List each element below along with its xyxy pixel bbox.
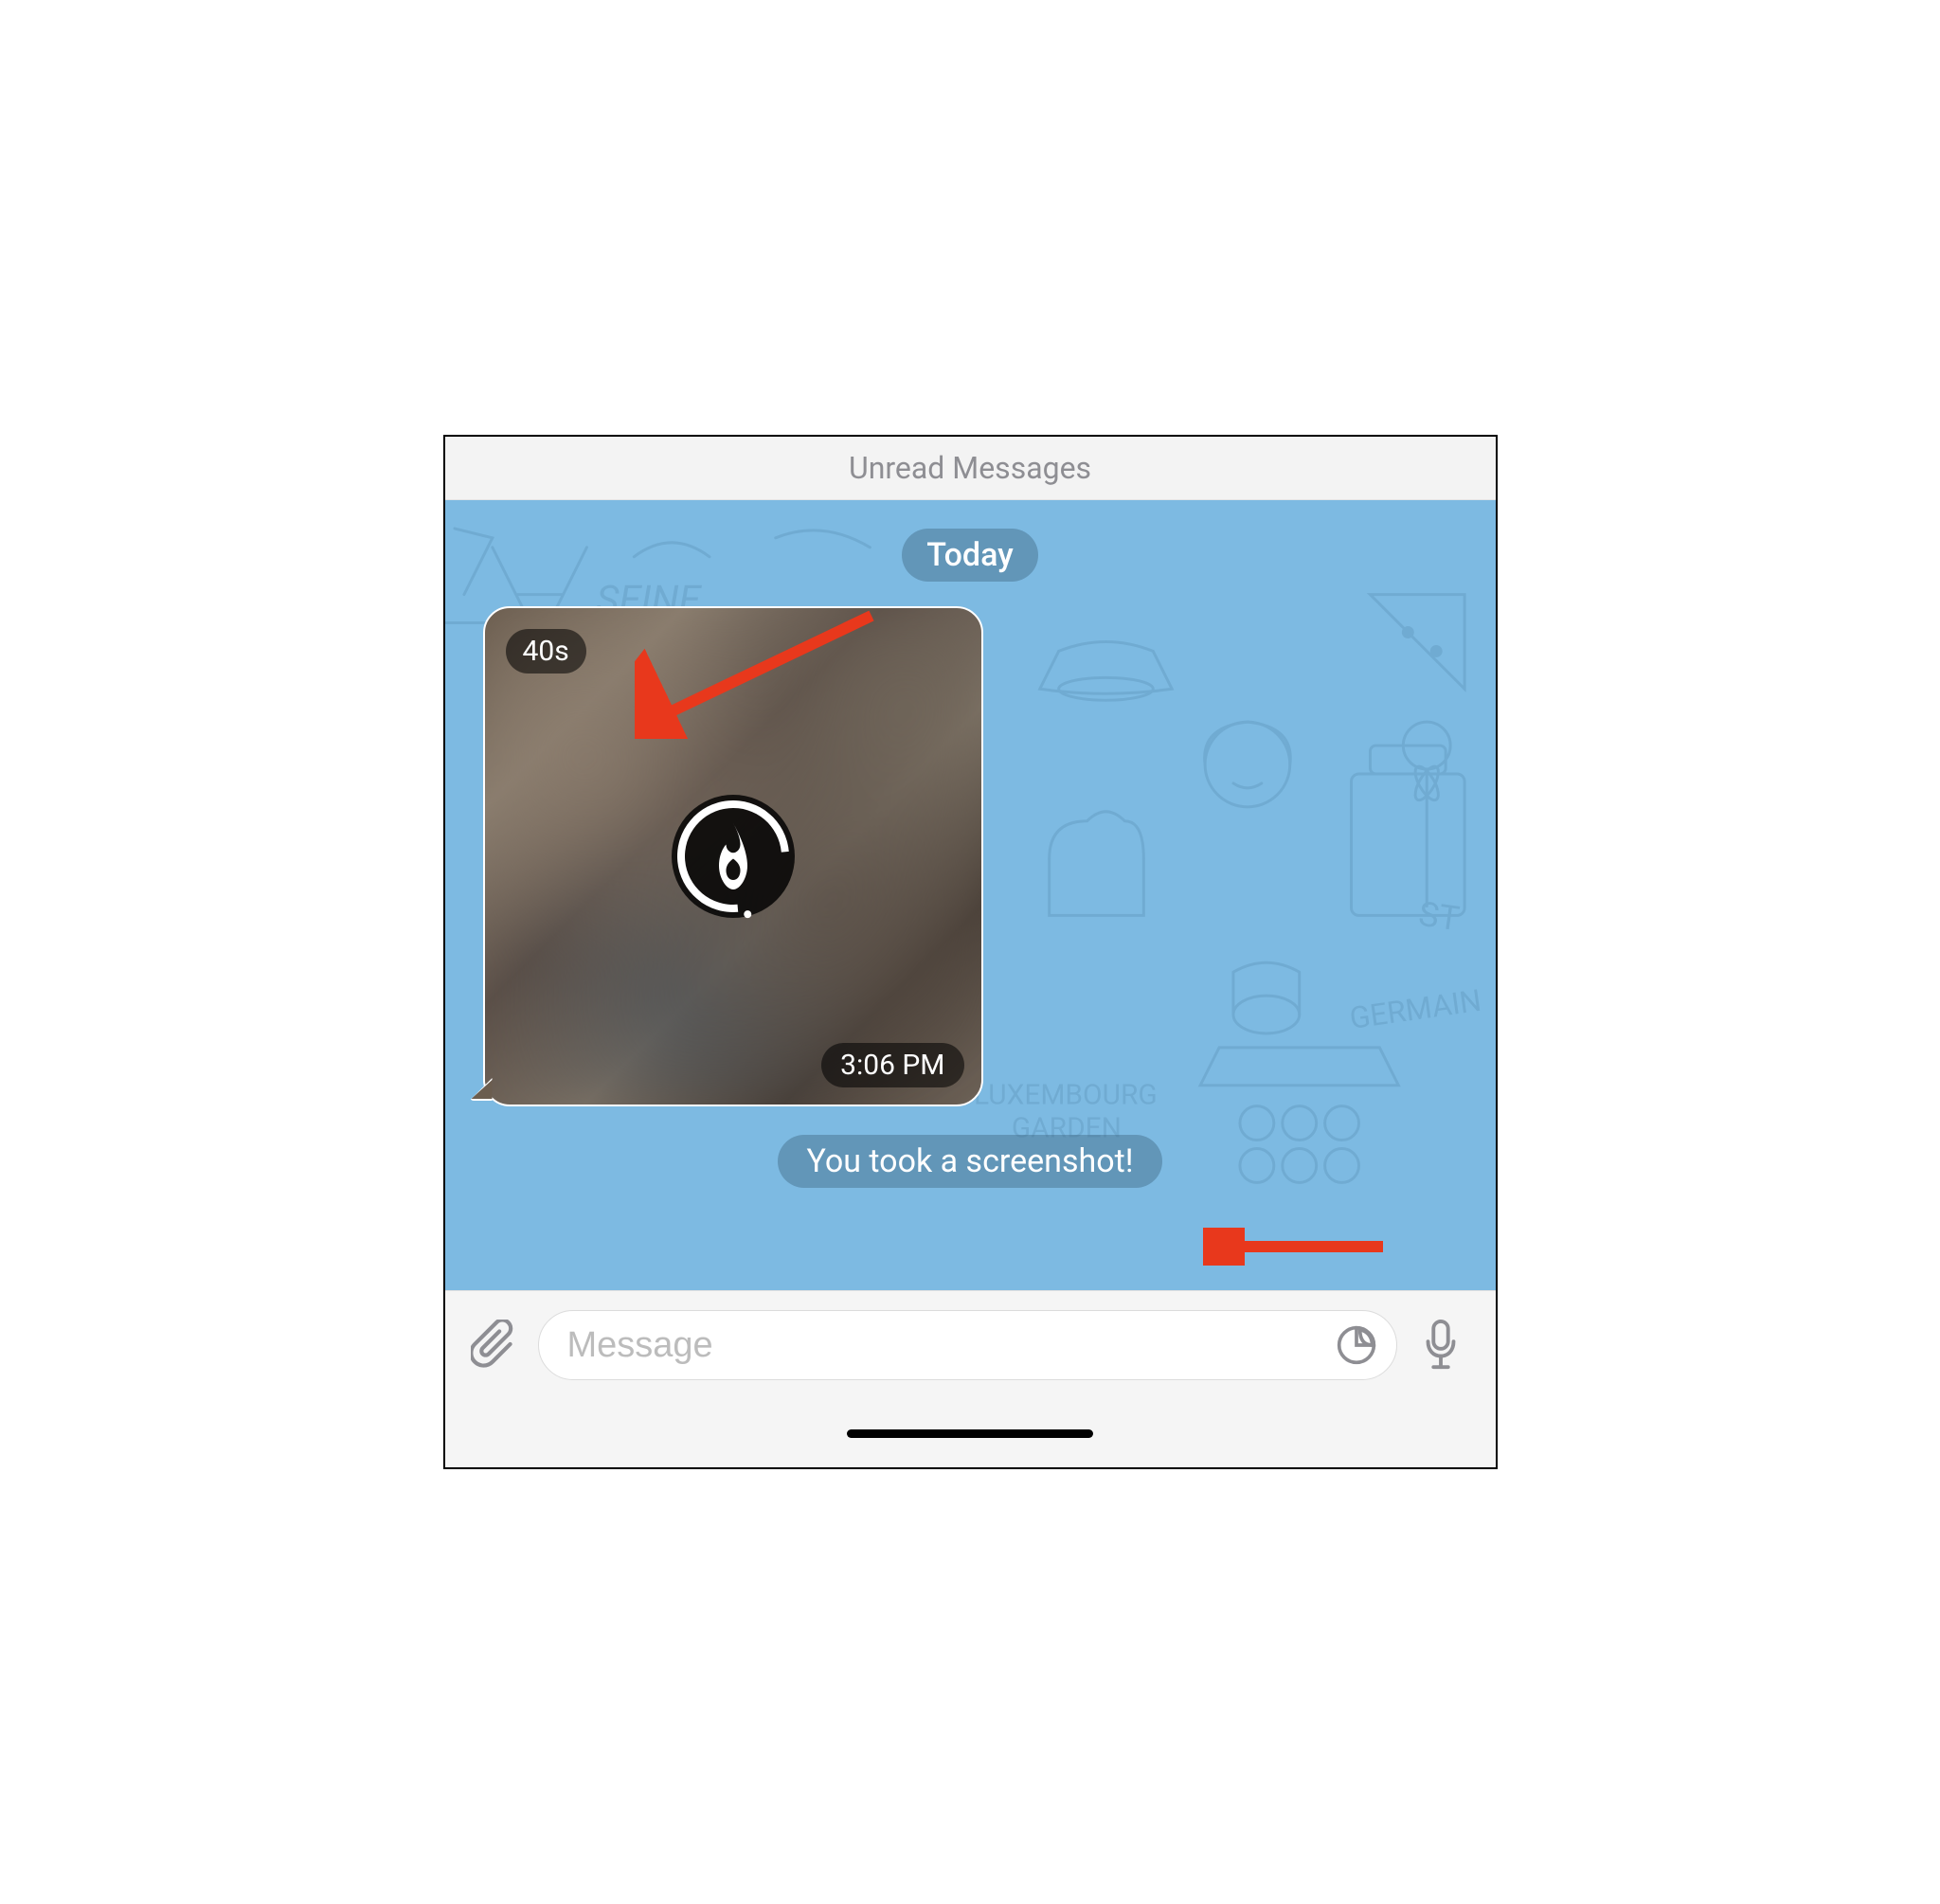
bubble-tail [470, 1078, 493, 1101]
system-message-chip: You took a screenshot! [778, 1135, 1161, 1188]
home-indicator[interactable] [847, 1429, 1093, 1438]
annotation-arrow-bottom [1203, 1228, 1392, 1266]
timestamp-text: 3:06 PM [840, 1049, 944, 1082]
flame-progress-indicator [672, 795, 795, 918]
app-frame: Unread Messages SEINE LUXEMBOURG GA [443, 435, 1498, 1469]
date-label: Today [926, 536, 1014, 574]
microphone-button[interactable] [1414, 1319, 1467, 1372]
sticker-button[interactable] [1334, 1322, 1379, 1368]
flame-icon [705, 823, 762, 889]
date-chip: Today [902, 529, 1038, 582]
mic-icon [1422, 1320, 1460, 1371]
message-input[interactable] [567, 1325, 1334, 1366]
attach-button[interactable] [468, 1319, 521, 1372]
timer-badge: 40s [506, 629, 586, 674]
unread-banner: Unread Messages [445, 437, 1496, 500]
system-message-text: You took a screenshot! [806, 1142, 1133, 1180]
timer-text: 40s [523, 635, 569, 668]
sticker-icon [1336, 1324, 1377, 1366]
message-timestamp: 3:06 PM [821, 1043, 963, 1087]
message-input-container [538, 1310, 1397, 1380]
message-input-bar [445, 1290, 1496, 1399]
attach-icon [471, 1320, 518, 1371]
home-indicator-area [445, 1399, 1496, 1467]
chat-area[interactable]: SEINE LUXEMBOURG GARDEN ST GERMAIN [445, 500, 1496, 1290]
unread-label: Unread Messages [849, 450, 1091, 486]
self-destruct-media-bubble[interactable]: 40s 3:06 PM [483, 606, 983, 1106]
message-row: 40s 3:06 PM [483, 606, 1458, 1106]
